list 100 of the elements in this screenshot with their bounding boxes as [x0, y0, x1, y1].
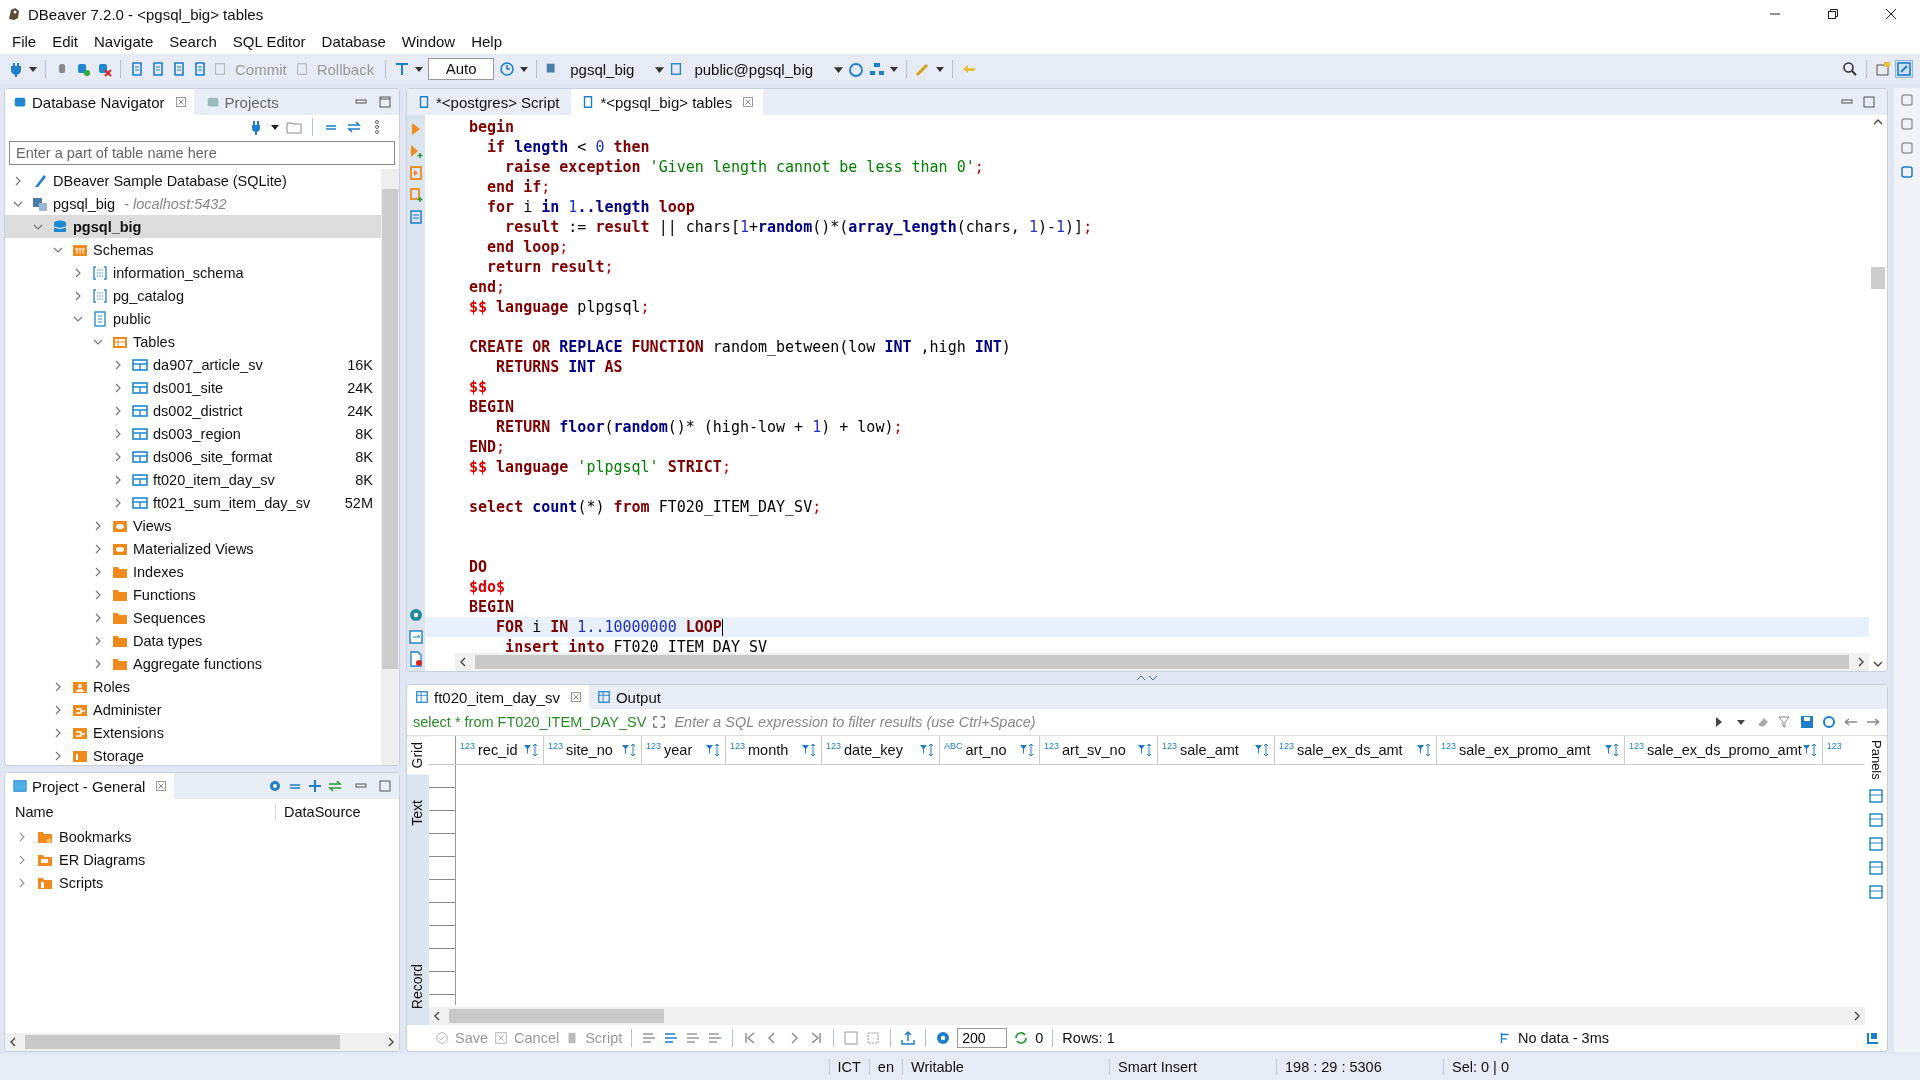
side-tool-icon[interactable] [1899, 164, 1915, 180]
view-mode-tab[interactable]: Text [407, 794, 429, 833]
tree-item[interactable]: pgsql_big - localhost:5432 [5, 192, 381, 215]
chevron-icon[interactable] [93, 635, 103, 646]
panel-icon[interactable] [1868, 835, 1884, 852]
column-header[interactable]: $^{123}$ art_sv_no [1040, 736, 1158, 764]
filter-sort-icon[interactable] [1801, 742, 1818, 758]
query-text[interactable]: select * from FT020_ITEM_DAY_SV [413, 714, 647, 730]
tree-item[interactable]: Data types [5, 629, 381, 652]
disconnect-icon[interactable] [96, 61, 112, 77]
gear-icon[interactable] [935, 1030, 952, 1046]
caret-icon[interactable] [415, 65, 424, 73]
panel-icon[interactable] [1868, 883, 1884, 900]
chevron-icon[interactable] [113, 451, 123, 462]
column-header[interactable]: $^{123}$ sale_ex_promo_amt [1437, 736, 1625, 764]
chevron-icon[interactable] [93, 658, 103, 669]
scroll-down-icon[interactable] [1873, 659, 1883, 669]
script-run-icon[interactable] [408, 165, 424, 181]
tree-item[interactable]: Storage [5, 744, 381, 765]
results-tab[interactable]: Output [588, 685, 669, 709]
run-icon[interactable] [408, 143, 424, 159]
maximize-icon[interactable] [379, 780, 391, 792]
filter-sort-icon[interactable] [705, 742, 721, 758]
tree-item[interactable]: Views [5, 514, 381, 537]
refresh-icon[interactable] [1013, 1030, 1030, 1046]
column-header[interactable]: $^{123}$ site_no [544, 736, 642, 764]
maximize-icon[interactable] [1863, 96, 1875, 108]
script-icon[interactable] [129, 61, 145, 77]
column-header[interactable]: $^{ABC}$ art_no [940, 736, 1040, 764]
chevron-icon[interactable] [17, 877, 27, 888]
filter-sort-icon[interactable] [1416, 742, 1432, 758]
column-header[interactable]: 123 [1822, 736, 1853, 764]
side-tool-icon[interactable] [1899, 92, 1915, 108]
export-icon[interactable] [408, 629, 424, 645]
menu-item[interactable]: Search [163, 30, 223, 52]
perspective-icon[interactable] [1875, 61, 1891, 77]
caret-icon[interactable] [890, 65, 899, 73]
caret-icon[interactable] [520, 65, 529, 73]
chevron-icon[interactable] [53, 704, 63, 715]
perspective-icon[interactable] [1896, 61, 1912, 77]
scroll-left-icon[interactable] [8, 1037, 18, 1047]
chevron-icon[interactable] [17, 831, 27, 842]
menu-item[interactable]: Edit [46, 30, 85, 52]
schema-selector[interactable]: public@pgsql_big [688, 60, 820, 78]
filter-sort-icon[interactable] [801, 742, 817, 758]
chevron-icon[interactable] [53, 727, 63, 738]
filter-sort-icon[interactable] [1019, 742, 1035, 758]
link-icon[interactable] [327, 778, 343, 794]
filter-sort-icon[interactable] [919, 742, 935, 758]
column-header[interactable]: DataSource [276, 804, 361, 820]
script-icon[interactable] [150, 61, 166, 77]
menu-item[interactable]: Window [395, 30, 462, 52]
chevron-icon[interactable] [73, 267, 83, 278]
tree-item[interactable]: Aggregate functions [5, 652, 381, 675]
plus-icon[interactable] [307, 778, 323, 794]
transaction-icon[interactable] [394, 61, 411, 77]
chevron-icon[interactable] [93, 520, 103, 531]
panel-tab[interactable]: Project - General [5, 773, 175, 799]
close-icon[interactable] [1885, 8, 1897, 20]
editor-tab[interactable]: *<pgsql_big> tables [571, 89, 764, 115]
tree-item[interactable]: Sequences [5, 606, 381, 629]
chevron-icon[interactable] [93, 612, 103, 623]
column-header[interactable]: $^{123}$ date_key [822, 736, 940, 764]
scroll-right-icon[interactable] [386, 1037, 396, 1047]
tree-item[interactable]: information_schema [5, 261, 381, 284]
chevron-icon[interactable] [113, 405, 123, 416]
export-icon[interactable] [900, 1030, 917, 1046]
row-edit-icon[interactable] [707, 1030, 724, 1046]
datasource-selector[interactable]: pgsql_big [564, 60, 641, 78]
chevron-icon[interactable] [73, 290, 83, 301]
menu-item[interactable]: Help [465, 30, 508, 52]
row-edit-icon[interactable] [685, 1030, 702, 1046]
network-icon[interactable] [869, 61, 886, 77]
menu-item[interactable]: SQL Editor [226, 30, 312, 52]
results-tab[interactable]: ft020_item_day_sv [407, 685, 589, 709]
tree-item[interactable]: ER Diagrams [5, 848, 399, 871]
chevron-icon[interactable] [93, 543, 103, 554]
tree-item[interactable]: Materialized Views [5, 537, 381, 560]
side-tool-icon[interactable] [1899, 140, 1915, 156]
chevron-icon[interactable] [53, 681, 63, 692]
view-mode-tab[interactable]: Grid [407, 736, 429, 775]
chevron-icon[interactable] [93, 566, 103, 577]
tree-item[interactable]: Schemas [5, 238, 381, 261]
row-edit-icon[interactable] [663, 1030, 680, 1046]
caret-icon[interactable] [29, 65, 37, 73]
panel-icon[interactable] [1868, 787, 1884, 804]
row-edit-icon[interactable] [641, 1030, 658, 1046]
menu-item[interactable]: Database [315, 30, 392, 52]
column-header[interactable]: $^{123}$ month [726, 736, 822, 764]
tree-item[interactable]: ds001_site 24K [5, 376, 381, 399]
tree-item[interactable]: ds002_district 24K [5, 399, 381, 422]
chevron-icon[interactable] [13, 175, 23, 186]
caret-icon[interactable] [655, 64, 665, 74]
gear-icon[interactable] [267, 778, 283, 794]
link-icon[interactable] [346, 119, 362, 135]
schema-icon[interactable] [669, 62, 684, 76]
scroll-right-icon[interactable] [1852, 1011, 1862, 1021]
tree-item[interactable]: ft020_item_day_sv 8K [5, 468, 381, 491]
history-icon[interactable] [499, 61, 516, 77]
script-icon[interactable] [192, 61, 208, 77]
